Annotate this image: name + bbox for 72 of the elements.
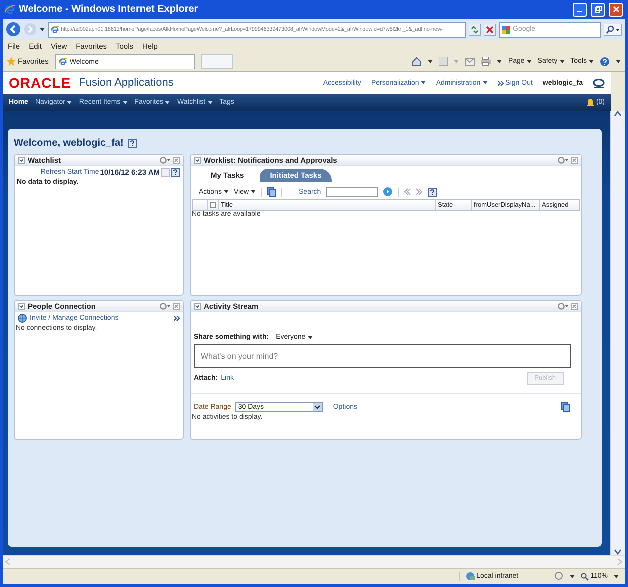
page-icon bbox=[58, 58, 67, 66]
collapse-icon[interactable] bbox=[194, 156, 201, 164]
go-icon[interactable] bbox=[383, 187, 394, 197]
checkbox-icon[interactable] bbox=[210, 202, 216, 208]
restore-icon bbox=[594, 6, 602, 13]
caret-icon bbox=[497, 60, 502, 64]
collapse-icon[interactable] bbox=[194, 302, 201, 310]
intranet-icon bbox=[466, 572, 475, 581]
globe-icon bbox=[18, 314, 27, 323]
caret-icon bbox=[313, 403, 322, 411]
chevron-icon[interactable] bbox=[174, 316, 180, 321]
caret-icon bbox=[224, 190, 229, 194]
maximize-button[interactable] bbox=[591, 2, 605, 16]
caret-icon bbox=[421, 81, 426, 85]
minimize-button[interactable] bbox=[573, 2, 587, 16]
close-icon[interactable] bbox=[173, 302, 180, 310]
search-icon[interactable] bbox=[604, 24, 622, 36]
back-button[interactable] bbox=[6, 22, 21, 37]
home-icon[interactable] bbox=[412, 56, 422, 66]
caret-icon bbox=[122, 100, 128, 104]
caret-icon bbox=[251, 190, 256, 194]
caret-icon bbox=[40, 28, 45, 32]
detach-icon[interactable] bbox=[561, 402, 570, 412]
caret-icon bbox=[570, 574, 575, 578]
close-icon[interactable] bbox=[173, 156, 180, 164]
caret-icon bbox=[482, 81, 488, 85]
search-provider-icon bbox=[502, 26, 510, 34]
caret-icon bbox=[67, 100, 72, 104]
vertical-scrollbar[interactable] bbox=[610, 111, 625, 555]
magnifier-icon bbox=[580, 572, 589, 580]
browser-logo-icon bbox=[5, 4, 15, 14]
page-icon bbox=[51, 26, 59, 34]
gear-icon[interactable] bbox=[558, 302, 569, 310]
printer-icon[interactable] bbox=[481, 57, 492, 66]
caret-icon bbox=[526, 60, 532, 64]
caret-icon bbox=[560, 60, 565, 64]
close-button[interactable] bbox=[609, 2, 623, 16]
scroll-up-icon[interactable] bbox=[614, 111, 622, 117]
gear-icon[interactable] bbox=[160, 156, 171, 164]
gear-icon[interactable] bbox=[160, 302, 171, 310]
bell-icon[interactable] bbox=[587, 98, 594, 107]
window-title: Welcome - Windows Internet Explorer bbox=[19, 4, 200, 15]
chevron-icon bbox=[498, 80, 504, 86]
caret-icon bbox=[208, 100, 213, 104]
stop-icon[interactable] bbox=[484, 24, 496, 36]
close-icon[interactable] bbox=[571, 156, 578, 164]
caret-icon bbox=[308, 336, 313, 340]
gear-icon[interactable] bbox=[558, 156, 569, 164]
help-icon[interactable] bbox=[428, 188, 438, 196]
collapse-icon[interactable] bbox=[18, 156, 25, 164]
scroll-down-icon[interactable] bbox=[614, 549, 622, 555]
close-icon[interactable] bbox=[571, 302, 578, 310]
collapse-icon[interactable] bbox=[18, 302, 25, 310]
protected-mode-icon[interactable] bbox=[554, 572, 564, 581]
brand-logo: ORACLE bbox=[9, 75, 72, 91]
welcome-heading: Welcome, weblogic_fa! bbox=[14, 138, 124, 148]
close-icon bbox=[612, 6, 620, 13]
help-icon[interactable] bbox=[128, 138, 137, 148]
search-field[interactable] bbox=[326, 187, 378, 197]
caret-icon bbox=[454, 60, 460, 64]
product-name: Fusion Applications bbox=[79, 77, 174, 89]
help-icon[interactable] bbox=[600, 56, 610, 66]
caret-icon bbox=[428, 60, 434, 64]
caret-icon bbox=[616, 60, 621, 64]
caret-icon bbox=[589, 60, 594, 64]
oracle-ring-icon bbox=[593, 78, 605, 88]
caret-icon bbox=[614, 574, 619, 578]
star-icon bbox=[7, 57, 16, 66]
caret-icon bbox=[165, 100, 170, 104]
detach-icon[interactable] bbox=[267, 187, 276, 197]
help-icon[interactable] bbox=[171, 168, 180, 177]
status-input-field[interactable]: What's on your mind? bbox=[194, 344, 571, 368]
